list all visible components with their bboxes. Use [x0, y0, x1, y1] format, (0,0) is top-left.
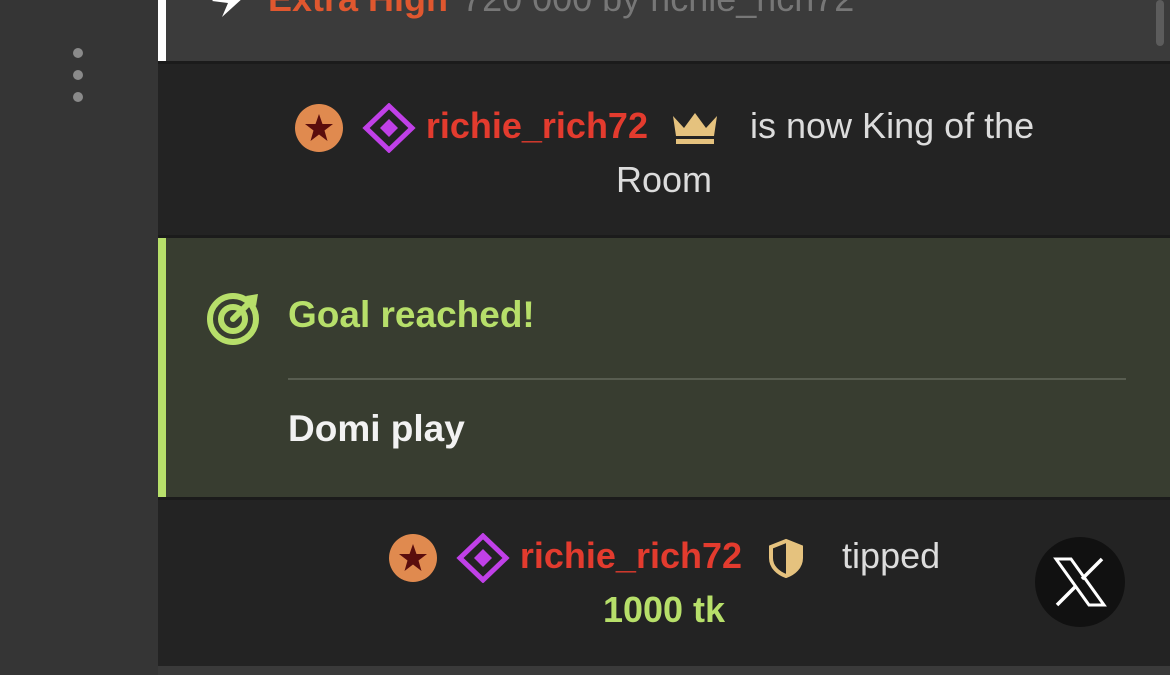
king-text: is now King of the: [750, 105, 1035, 146]
star-badge-icon: [294, 104, 343, 153]
diamond-icon: [456, 533, 510, 584]
diamond-icon: [362, 103, 416, 154]
message-line-2: Room: [615, 159, 713, 200]
goal-title: Goal reached!: [288, 294, 535, 335]
message-text: 720 000 by richie_rich72: [462, 0, 854, 20]
lightning-icon: [212, 0, 241, 17]
message-line-1: richie_rich72 is now King of the: [158, 99, 1170, 154]
goal-reached-notice: Goal reached! Domi play: [158, 238, 1170, 498]
shield-icon: [769, 539, 804, 579]
x-icon: [1053, 557, 1107, 607]
close-button[interactable]: [1035, 537, 1125, 627]
tip-amount: 1000 tk: [602, 589, 726, 630]
goal-divider: [288, 378, 1126, 380]
username-link[interactable]: richie_rich72: [520, 535, 742, 576]
goal-description: Domi play: [288, 408, 465, 449]
target-icon: [207, 293, 259, 345]
king-of-room-message: richie_rich72 is now King of the Room: [158, 64, 1170, 236]
message-highlight: Extra High: [268, 0, 448, 20]
chat-feed[interactable]: Extra High 720 000 by richie_rich72 rich…: [158, 0, 1170, 675]
star-badge-icon: [388, 534, 437, 583]
tip-action: tipped: [842, 535, 941, 576]
sidebar: [0, 0, 158, 675]
tip-line-1: richie_rich72 tipped: [158, 529, 1170, 584]
scrollbar[interactable]: [1156, 0, 1164, 46]
divider: [158, 666, 1170, 675]
username-link[interactable]: richie_rich72: [426, 105, 648, 146]
chat-panel: Extra High 720 000 by richie_rich72 rich…: [0, 0, 1170, 675]
crown-icon: [673, 113, 717, 145]
chat-message-partial: Extra High 720 000 by richie_rich72: [158, 0, 1170, 61]
tip-message: richie_rich72 tipped 1000 tk: [158, 500, 1170, 666]
more-vertical-icon[interactable]: [68, 48, 88, 102]
